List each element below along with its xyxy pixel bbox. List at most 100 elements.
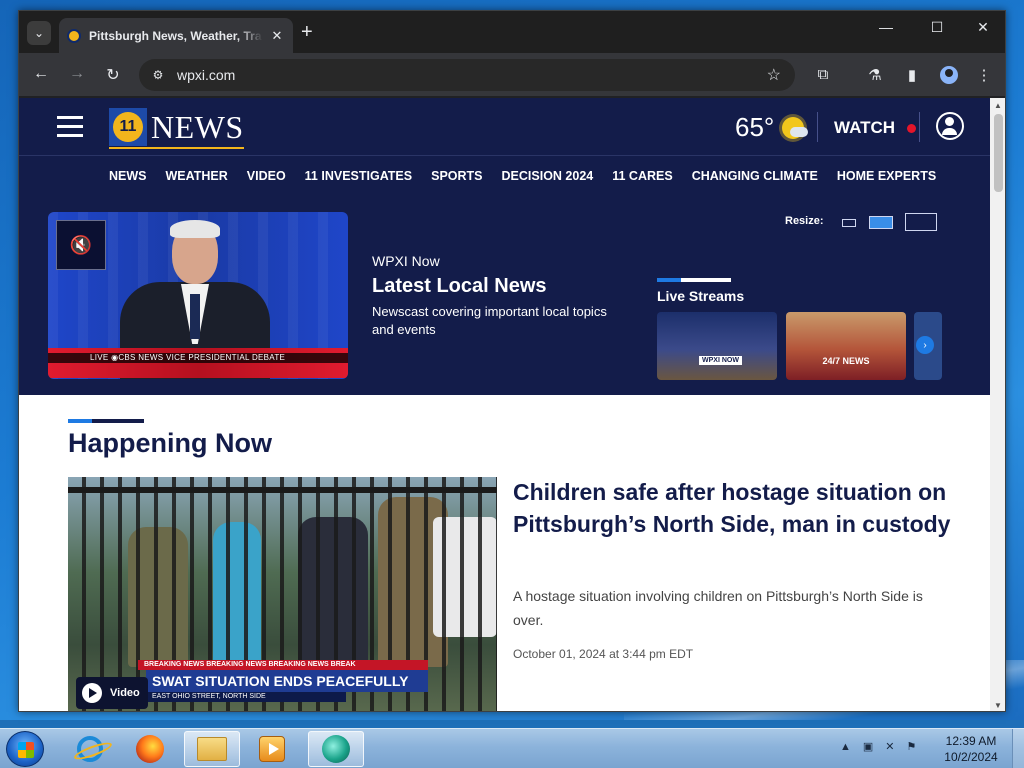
side-panel-icon[interactable]: ▮: [902, 66, 922, 84]
stream-badge: WPXI NOW: [699, 356, 742, 365]
temperature: 65°: [735, 112, 775, 142]
live-dot-icon: [907, 123, 917, 133]
maximize-button[interactable]: ☐: [922, 19, 952, 36]
taskbar-media-player[interactable]: [244, 731, 300, 767]
taskbar-firefox[interactable]: [122, 731, 178, 767]
network-icon[interactable]: ▣: [863, 740, 873, 753]
video-label: Video: [110, 687, 140, 699]
story-date: October 01, 2024 at 3:44 pm EDT: [513, 647, 694, 661]
anchor-hair: [170, 220, 220, 238]
video-headline: SWAT SITUATION ENDS PEACEFULLY: [146, 670, 428, 692]
tab-title: Pittsburgh News, Weather, Tra: [89, 28, 262, 43]
player-title[interactable]: Latest Local News: [372, 275, 547, 298]
browser-window: ⌄ Pittsburgh News, Weather, Tra ✕ + — ☐ …: [18, 10, 1006, 712]
page-scrollbar[interactable]: ▲ ▼: [990, 98, 1005, 711]
address-bar[interactable]: ⚙ wpxi.com ☆: [139, 59, 795, 91]
carousel-next-chevron-icon[interactable]: ›: [916, 336, 934, 354]
reload-button[interactable]: ↻: [103, 65, 123, 85]
volume-muted-icon[interactable]: ✕: [885, 740, 894, 753]
clock-time: 12:39 AM: [945, 734, 997, 748]
section-accent-bar: [657, 278, 731, 282]
tab-active[interactable]: Pittsburgh News, Weather, Tra ✕: [59, 18, 293, 53]
profile-avatar-icon[interactable]: [938, 64, 960, 86]
site-info-icon[interactable]: ⚙: [149, 66, 167, 84]
resize-large-button[interactable]: [905, 213, 937, 231]
live-streams-title: Live Streams: [657, 288, 745, 304]
scroll-thumb[interactable]: [994, 114, 1003, 192]
account-icon[interactable]: [936, 112, 964, 140]
bookmark-star-icon[interactable]: ☆: [767, 65, 781, 85]
scroll-down-arrow-icon[interactable]: ▼: [994, 701, 1002, 710]
nav-item-changing-climate[interactable]: CHANGING CLIMATE: [692, 169, 818, 183]
player-description: Newscast covering important local topics…: [372, 304, 607, 337]
minimize-button[interactable]: —: [871, 19, 901, 35]
scroll-up-arrow-icon[interactable]: ▲: [994, 101, 1002, 110]
logo-mark: 11: [109, 108, 147, 146]
wpxi-favicon-icon: [67, 28, 81, 43]
taskbar-browser[interactable]: [308, 731, 364, 767]
browser-toolbar: ← → ↻ ⚙ wpxi.com ☆ ⧉ ⚗ ▮ ⋮: [19, 53, 1005, 97]
section-accent-bar: [68, 419, 144, 423]
nav-item-11-cares[interactable]: 11 CARES: [612, 169, 672, 183]
tray-expand-icon[interactable]: ▲: [840, 741, 851, 753]
hamburger-menu-icon[interactable]: [57, 116, 83, 137]
weather-widget[interactable]: 65°: [735, 112, 809, 143]
start-button[interactable]: [6, 731, 44, 767]
folder-icon: [197, 737, 227, 761]
stream-card-wpxi-now[interactable]: WPXI NOW: [657, 312, 777, 380]
forward-button[interactable]: →: [67, 65, 87, 83]
wpxi-logo[interactable]: 11 NEWS: [109, 107, 244, 149]
partly-sunny-icon: [782, 116, 809, 139]
header-divider: [817, 112, 818, 142]
live-video-player[interactable]: LIVE ◉CBS NEWS VICE PRESIDENTIAL DEBATE …: [48, 212, 348, 379]
taskbar-clock[interactable]: 12:39 AM 10/2/2024: [940, 733, 1002, 765]
windows-taskbar: ▲ ▣ ✕ ⚑ 12:39 AM 10/2/2024: [0, 728, 1024, 768]
fence-rail: [68, 487, 497, 493]
resize-small-button[interactable]: [842, 219, 856, 227]
extensions-icon[interactable]: ⧉: [813, 66, 833, 83]
tab-close-icon[interactable]: ✕: [269, 28, 285, 44]
nav-item-sports[interactable]: SPORTS: [431, 169, 482, 183]
close-window-button[interactable]: ✕: [968, 19, 998, 36]
story-video-thumbnail[interactable]: BREAKING NEWS BREAKING NEWS BREAKING NEW…: [68, 477, 497, 711]
nav-item-decision-2024[interactable]: DECISION 2024: [502, 169, 594, 183]
video-subline: EAST OHIO STREET, NORTH SIDE: [146, 692, 346, 702]
stream-badge: 24/7 NEWS: [822, 356, 870, 366]
system-tray: ▲ ▣ ✕ ⚑: [840, 740, 928, 754]
clock-date: 10/2/2024: [944, 750, 998, 764]
muted-speaker-icon[interactable]: 🔇: [56, 220, 106, 270]
nav-item-weather[interactable]: WEATHER: [166, 169, 228, 183]
stream-card-24-7-news[interactable]: 24/7 NEWS: [786, 312, 906, 380]
labs-flask-icon[interactable]: ⚗: [865, 66, 885, 84]
show-desktop-button[interactable]: [1012, 729, 1024, 768]
story-headline[interactable]: Children safe after hostage situation on…: [513, 476, 953, 540]
browser-menu-icon[interactable]: ⋮: [974, 66, 994, 84]
action-center-flag-icon[interactable]: ⚑: [907, 740, 917, 753]
tab-search-button[interactable]: ⌄: [27, 21, 51, 45]
logo-text: NEWS: [151, 108, 244, 145]
browser-app-icon: [322, 735, 350, 763]
new-tab-button[interactable]: +: [301, 22, 313, 42]
taskbar-file-explorer[interactable]: [184, 731, 240, 767]
media-player-icon: [259, 736, 285, 762]
page-viewport: 11 NEWS 65° WATCH NEWS WEATHER VIDEO 11 …: [19, 98, 990, 711]
internet-explorer-icon: [77, 736, 103, 762]
video-player-band: LIVE ◉CBS NEWS VICE PRESIDENTIAL DEBATE …: [19, 195, 990, 395]
play-icon: [82, 683, 102, 703]
tab-bar: ⌄ Pittsburgh News, Weather, Tra ✕ + — ☐ …: [19, 11, 1005, 53]
back-button[interactable]: ←: [31, 65, 51, 83]
site-header: 11 NEWS 65° WATCH: [19, 98, 990, 155]
taskbar-internet-explorer[interactable]: [62, 731, 118, 767]
nav-item-news[interactable]: NEWS: [109, 169, 147, 183]
nav-item-video[interactable]: VIDEO: [247, 169, 286, 183]
url-text[interactable]: wpxi.com: [177, 67, 767, 83]
breaking-ticker: BREAKING NEWS BREAKING NEWS BREAKING NEW…: [138, 660, 428, 670]
resize-medium-button[interactable]: [869, 216, 893, 229]
video-play-button[interactable]: Video: [76, 677, 148, 709]
nav-item-home-experts[interactable]: HOME EXPERTS: [837, 169, 936, 183]
watch-live-button[interactable]: WATCH: [834, 118, 917, 138]
anchor-tie: [190, 294, 200, 339]
nav-item-11-investigates[interactable]: 11 INVESTIGATES: [305, 169, 412, 183]
logo-number: 11: [113, 112, 143, 142]
resize-label: Resize:: [785, 215, 824, 227]
